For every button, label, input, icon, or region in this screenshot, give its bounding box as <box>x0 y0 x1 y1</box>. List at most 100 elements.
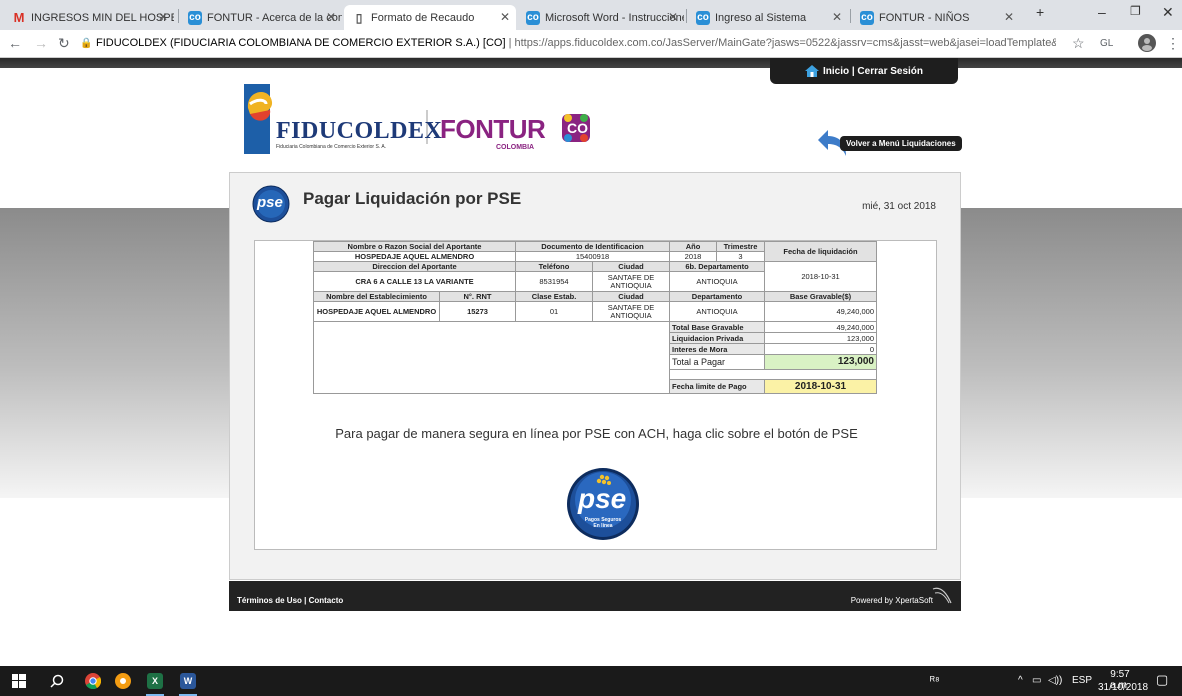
cell-ciudad: SANTAFE DE ANTIOQUIA <box>592 271 670 292</box>
pse-small-logo: pse <box>252 185 290 228</box>
cell-total-base: 49,240,000 <box>764 320 877 334</box>
browser-tab[interactable]: M INGRESOS MIN DEL HOSPEDA ✕ <box>4 5 174 30</box>
windows-start-icon[interactable] <box>12 674 26 688</box>
close-tab-icon[interactable]: ✕ <box>832 10 842 24</box>
session-links[interactable]: Inicio | Cerrar Sesión <box>823 66 923 77</box>
fontur-icon: co <box>696 10 710 25</box>
cell-telefono: 8531954 <box>515 271 593 292</box>
cell-anio: 2018 <box>669 251 717 262</box>
header-ciudad: Ciudad <box>592 261 670 272</box>
close-tab-icon[interactable]: ✕ <box>158 10 168 24</box>
header-ciudad-2: Ciudad <box>592 291 670 302</box>
minimize-button[interactable]: – <box>1098 4 1106 20</box>
label-fecha-limite: Fecha limite de Pago <box>669 378 765 395</box>
pse-small-logo-text: pse <box>257 194 283 211</box>
header-departamento: Departamento <box>669 291 765 302</box>
header-telefono: Teléfono <box>515 261 593 272</box>
footer-links[interactable]: Términos de Uso | Contacto <box>237 596 343 605</box>
cell-interes-mora: 0 <box>764 343 877 356</box>
close-tab-icon[interactable]: ✕ <box>500 10 510 24</box>
footer: Términos de Uso | Contacto Powered by Xp… <box>229 581 961 611</box>
language-indicator[interactable]: ESP <box>1072 675 1092 686</box>
liquidation-panel: Nombre o Razon Social del Aportante Docu… <box>254 240 937 550</box>
restore-button[interactable]: ❐ <box>1130 4 1141 18</box>
notifications-icon[interactable]: ▢ <box>1156 672 1168 688</box>
label-liquidacion-privada: Liquidacion Privada <box>669 332 765 345</box>
cell-documento: 15400918 <box>515 251 670 262</box>
browser-tab[interactable]: co FONTUR - NIÑOS ✕ <box>852 5 1020 30</box>
cell-total-pagar: 123,000 <box>764 354 877 370</box>
page: Inicio | Cerrar Sesión FIDUCOLDEX Fiduci… <box>0 58 1182 666</box>
header-documento: Documento de Identificacion <box>515 241 670 252</box>
extension-gl[interactable]: GL <box>1100 38 1113 49</box>
pse-instruction-message: Para pagar de manera segura en línea por… <box>335 426 858 441</box>
browser-tab[interactable]: co Ingreso al Sistema ✕ <box>688 5 848 30</box>
page-title: Pagar Liquidación por PSE <box>303 189 522 208</box>
close-tab-icon[interactable]: ✕ <box>668 10 678 24</box>
search-icon[interactable] <box>50 674 64 688</box>
fontur-logo-text: FONTUR <box>440 114 546 144</box>
browser-tab-active[interactable]: ▯ Formato de Recaudo ✕ <box>344 5 516 30</box>
menu-dots-icon[interactable]: ⋮ <box>1166 35 1180 52</box>
fontur-icon: co <box>188 10 202 25</box>
cell-fecha: 2018-10-31 <box>764 261 877 292</box>
top-bar <box>0 58 1182 68</box>
liquidation-table: Nombre o Razon Social del Aportante Docu… <box>313 241 877 395</box>
forward-arrow-icon[interactable]: → <box>34 35 48 51</box>
browser-tab[interactable]: co Microsoft Word - Instrucciones ✕ <box>518 5 684 30</box>
cell-clase: 01 <box>515 301 593 322</box>
back-to-menu-link[interactable]: Volver a Menú Liquidaciones <box>840 136 962 151</box>
reload-icon[interactable]: ↻ <box>58 35 70 52</box>
header-establecimiento: Nombre del Establecimiento <box>313 291 440 302</box>
header-trimestre: Trimestre <box>716 241 765 252</box>
people-icon[interactable]: ᴿ⁸ <box>930 675 940 687</box>
browser-tab[interactable]: co FONTUR - Acerca de la contrib ✕ <box>180 5 342 30</box>
close-tab-icon[interactable]: ✕ <box>326 10 336 24</box>
network-icon[interactable]: ▭ <box>1032 675 1041 686</box>
taskbar: X W ᴿ⁸ ^ ▭ ◁)) ESP 9:57 a.m. 31/10/2018 … <box>0 666 1182 696</box>
bookmark-star-icon[interactable]: ☆ <box>1072 35 1085 52</box>
settings-app-icon[interactable] <box>115 673 131 689</box>
powered-by: Powered by XpertaSoft <box>850 596 933 605</box>
chrome-icon[interactable] <box>85 673 101 689</box>
label-total-base: Total Base Gravable <box>669 320 765 334</box>
cell-ciudad-2: SANTAFE DE ANTIOQUIA <box>592 301 670 322</box>
header-departamento-6b: 6b. Departamento <box>669 261 765 272</box>
main-container: pse Pagar Liquidación por PSE mié, 31 oc… <box>229 172 961 580</box>
close-window-button[interactable]: ✕ <box>1162 4 1174 21</box>
cell-trimestre: 3 <box>716 251 765 262</box>
cell-direccion: CRA 6 A CALLE 13 LA VARIANTE <box>313 271 516 292</box>
label-total-pagar: Total a Pagar <box>669 354 765 370</box>
back-arrow-icon[interactable]: ← <box>8 35 22 51</box>
page-date: mié, 31 oct 2018 <box>862 201 936 212</box>
tray-chevron-icon[interactable]: ^ <box>1018 675 1023 686</box>
new-tab-button[interactable]: + <box>1036 4 1044 20</box>
close-tab-icon[interactable]: ✕ <box>1004 10 1014 24</box>
fiducoldex-logo-subtitle: Fiduciaria Colombiana de Comercio Exteri… <box>276 144 387 150</box>
xpertasoft-logo-icon <box>932 587 952 604</box>
cell-departamento: ANTIOQUIA <box>669 271 765 292</box>
fiducoldex-logo-text: FIDUCOLDEX <box>276 118 443 144</box>
browser-tab-bar: M INGRESOS MIN DEL HOSPEDA ✕ co FONTUR -… <box>0 0 1182 30</box>
fontur-icon: co <box>860 10 874 25</box>
co-logo-text: CO <box>567 120 588 136</box>
gmail-icon: M <box>13 9 25 25</box>
header-nombre: Nombre o Razon Social del Aportante <box>313 241 516 252</box>
avatar[interactable] <box>1138 34 1156 55</box>
pse-pay-button[interactable]: pse Pagos Seguros En línea <box>566 467 640 541</box>
cell-base-gravable: 49,240,000 <box>764 301 877 322</box>
fontur-logo-subtitle: COLOMBIA <box>496 144 535 151</box>
word-icon[interactable]: W <box>180 673 196 689</box>
cell-nombre: HOSPEDAJE AQUEL ALMENDRO <box>313 251 516 262</box>
excel-icon[interactable]: X <box>147 673 163 689</box>
cell-establecimiento: HOSPEDAJE AQUEL ALMENDRO <box>313 301 440 322</box>
clock-date[interactable]: 31/10/2018 <box>1098 682 1148 693</box>
cell-rnt: 15273 <box>439 301 516 322</box>
session-bar: Inicio | Cerrar Sesión <box>770 58 958 84</box>
volume-icon[interactable]: ◁)) <box>1048 675 1062 686</box>
home-icon <box>804 65 819 77</box>
header-anio: Año <box>669 241 717 252</box>
header-base-gravable: Base Gravable($) <box>764 291 877 302</box>
url-field[interactable]: FIDUCOLDEX (FIDUCIARIA COLOMBIANA DE COM… <box>96 37 1056 49</box>
label-interes-mora: Interes de Mora <box>669 343 765 356</box>
